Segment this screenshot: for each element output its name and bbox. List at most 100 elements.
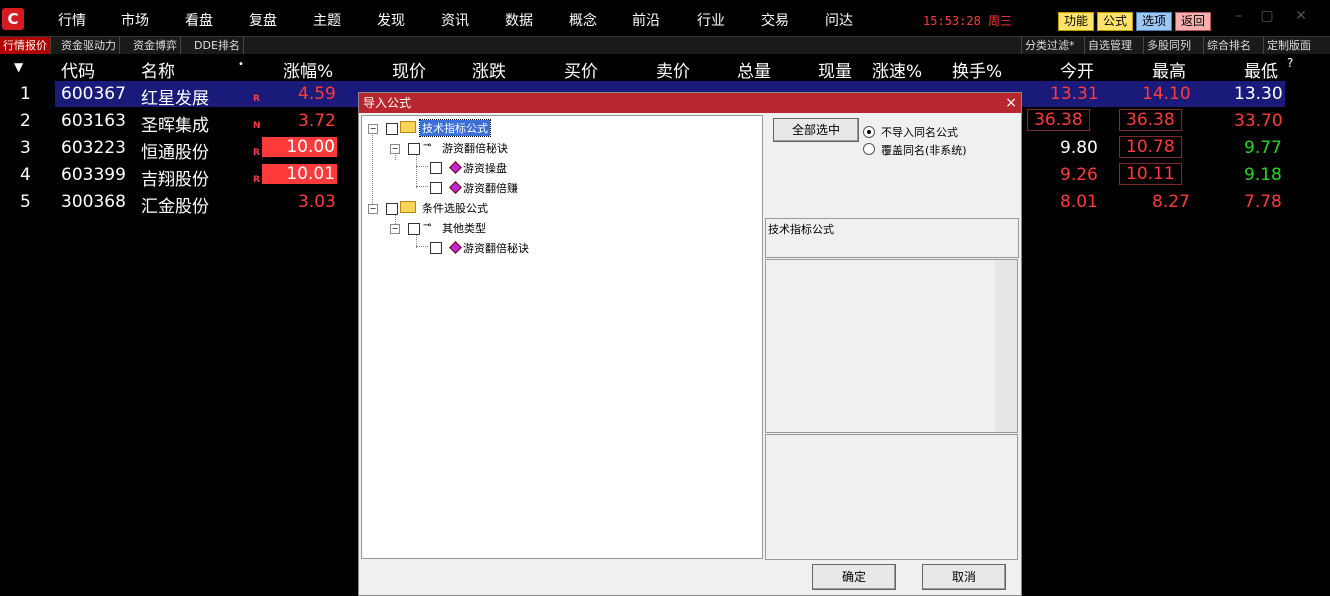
sort-arrow-icon[interactable]: ▼ — [14, 60, 23, 74]
tree-node-youzi-secret-2[interactable]: 游资翻倍秘诀 — [463, 240, 529, 256]
menu-zixun[interactable]: 资讯 — [441, 10, 469, 30]
collapse-icon[interactable]: − — [390, 144, 400, 154]
checkbox[interactable] — [430, 242, 442, 254]
dialog-title-bar[interactable]: 导入公式 × — [359, 93, 1021, 113]
menu-jiaoyi[interactable]: 交易 — [761, 10, 789, 30]
menu-hangye[interactable]: 行业 — [697, 10, 725, 30]
checkbox[interactable] — [430, 182, 442, 194]
back-button[interactable]: 返回 — [1175, 12, 1211, 31]
header-low[interactable]: 最低 — [1244, 57, 1278, 82]
low-price: 33.70 — [1234, 111, 1283, 131]
high-price: 8.27 — [1152, 192, 1190, 212]
stock-code: 600367 — [61, 84, 126, 104]
tab-fund-drive[interactable]: 资金驱动力 — [58, 37, 120, 54]
dialog-close-icon[interactable]: × — [1005, 93, 1017, 113]
scrollbar[interactable] — [995, 260, 1017, 432]
ok-button[interactable]: 确定 — [812, 564, 896, 590]
tree-node-youzi-double[interactable]: 游资翻倍赚 — [463, 180, 518, 196]
import-formula-dialog: 导入公式 × − 技术指标公式 − ⊸ 游资翻倍秘诀 游资操盘 游资翻倍赚 − … — [358, 92, 1022, 596]
header-turnover[interactable]: 换手% — [952, 57, 1002, 82]
tab-fund-game[interactable]: 资金博弈 — [130, 37, 181, 54]
tab-multi-stock[interactable]: 多股同列 — [1143, 37, 1191, 54]
checkbox[interactable] — [386, 203, 398, 215]
maximize-icon[interactable]: ▢ — [1258, 8, 1276, 24]
tab-composite-rank[interactable]: 综合排名 — [1203, 37, 1251, 54]
change-pct: 10.01 — [262, 164, 337, 184]
tab-quotes[interactable]: 行情报价 — [0, 37, 51, 54]
menu-wenda[interactable]: 问达 — [825, 10, 853, 30]
minimize-icon[interactable]: – — [1230, 8, 1248, 24]
tree-node-condition-select[interactable]: 条件选股公式 — [422, 200, 488, 216]
header-change[interactable]: 涨跌 — [472, 57, 506, 82]
formula-button[interactable]: 公式 — [1097, 12, 1133, 31]
tree-node-youzi-secret[interactable]: 游资翻倍秘诀 — [442, 140, 508, 156]
header-name[interactable]: 名称 — [141, 57, 175, 82]
collapse-icon[interactable]: − — [368, 204, 378, 214]
header-bid[interactable]: 买价 — [564, 57, 598, 82]
header-code[interactable]: 代码 — [61, 57, 95, 82]
menu-fupan[interactable]: 复盘 — [249, 10, 277, 30]
help-icon[interactable]: ? — [1287, 56, 1293, 70]
collapse-icon[interactable]: − — [390, 224, 400, 234]
tree-node-tech-indicator[interactable]: 技术指标公式 — [419, 119, 491, 137]
menu-gainian[interactable]: 概念 — [569, 10, 597, 30]
function-button[interactable]: 功能 — [1058, 12, 1094, 31]
header-last-volume[interactable]: 现量 — [818, 57, 852, 82]
header-volume[interactable]: 总量 — [737, 57, 771, 82]
open-price: 13.31 — [1050, 84, 1099, 104]
key-icon: ⊸ — [423, 220, 432, 231]
tree-node-other-type[interactable]: 其他类型 — [442, 220, 486, 236]
row-index: 1 — [20, 84, 31, 104]
menu-shichang[interactable]: 市场 — [121, 10, 149, 30]
open-price: 8.01 — [1060, 192, 1098, 212]
header-price[interactable]: 现价 — [392, 57, 426, 82]
header-open[interactable]: 今开 — [1060, 57, 1094, 82]
header-ask[interactable]: 卖价 — [656, 57, 690, 82]
high-price: 10.78 — [1119, 136, 1182, 158]
menu-hangqing[interactable]: 行情 — [58, 10, 86, 30]
info-label: 技术指标公式 — [768, 223, 834, 236]
menu-bar: C 行情 市场 看盘 复盘 主题 发现 资讯 数据 概念 前沿 行业 交易 问达… — [0, 0, 1330, 37]
tab-watchlist-manage[interactable]: 自选管理 — [1084, 37, 1132, 54]
menu-faxian[interactable]: 发现 — [377, 10, 405, 30]
tree-node-youzi-trade[interactable]: 游资操盘 — [463, 160, 507, 176]
row-index: 4 — [20, 165, 31, 185]
menu-qianyan[interactable]: 前沿 — [632, 10, 660, 30]
high-price: 14.10 — [1142, 84, 1191, 104]
checkbox[interactable] — [408, 143, 420, 155]
cancel-button[interactable]: 取消 — [922, 564, 1006, 590]
stock-name: 汇金股份 — [141, 197, 209, 217]
tab-dde-rank[interactable]: DDE排名 — [191, 37, 244, 54]
stock-name: 红星发展 — [141, 89, 209, 109]
close-icon[interactable]: ✕ — [1292, 8, 1310, 24]
radio-overwrite-same[interactable] — [863, 143, 875, 155]
tree-line — [416, 166, 428, 167]
menu-kanpan[interactable]: 看盘 — [185, 10, 213, 30]
checkbox[interactable] — [430, 162, 442, 174]
folder-icon — [400, 201, 416, 213]
header-speed[interactable]: 涨速% — [872, 57, 922, 82]
menu-zhuti[interactable]: 主题 — [313, 10, 341, 30]
select-all-button[interactable]: 全部选中 — [773, 118, 859, 142]
tab-custom-layout[interactable]: 定制版面 — [1263, 37, 1311, 54]
header-high[interactable]: 最高 — [1152, 57, 1186, 82]
change-pct: 4.59 — [298, 84, 336, 104]
stock-code: 300368 — [61, 192, 126, 212]
row-index: 3 — [20, 138, 31, 158]
checkbox[interactable] — [386, 123, 398, 135]
collapse-icon[interactable]: − — [368, 124, 378, 134]
menu-shuju[interactable]: 数据 — [505, 10, 533, 30]
stock-name: 吉翔股份 — [141, 170, 209, 190]
tab-category-filter[interactable]: 分类过滤* — [1021, 37, 1075, 54]
options-button[interactable]: 选项 — [1136, 12, 1172, 31]
radio-no-import-same[interactable] — [863, 126, 875, 138]
formula-icon — [449, 181, 462, 194]
high-price: 36.38 — [1119, 109, 1182, 131]
row-index: 2 — [20, 111, 31, 131]
formula-tree: − 技术指标公式 − ⊸ 游资翻倍秘诀 游资操盘 游资翻倍赚 − 条件选股公式 … — [361, 115, 763, 559]
open-price: 9.26 — [1060, 165, 1098, 185]
app-logo[interactable]: C — [2, 8, 24, 30]
header-change-pct[interactable]: 涨幅% — [283, 57, 333, 82]
checkbox[interactable] — [408, 223, 420, 235]
stock-name: 恒通股份 — [141, 143, 209, 163]
